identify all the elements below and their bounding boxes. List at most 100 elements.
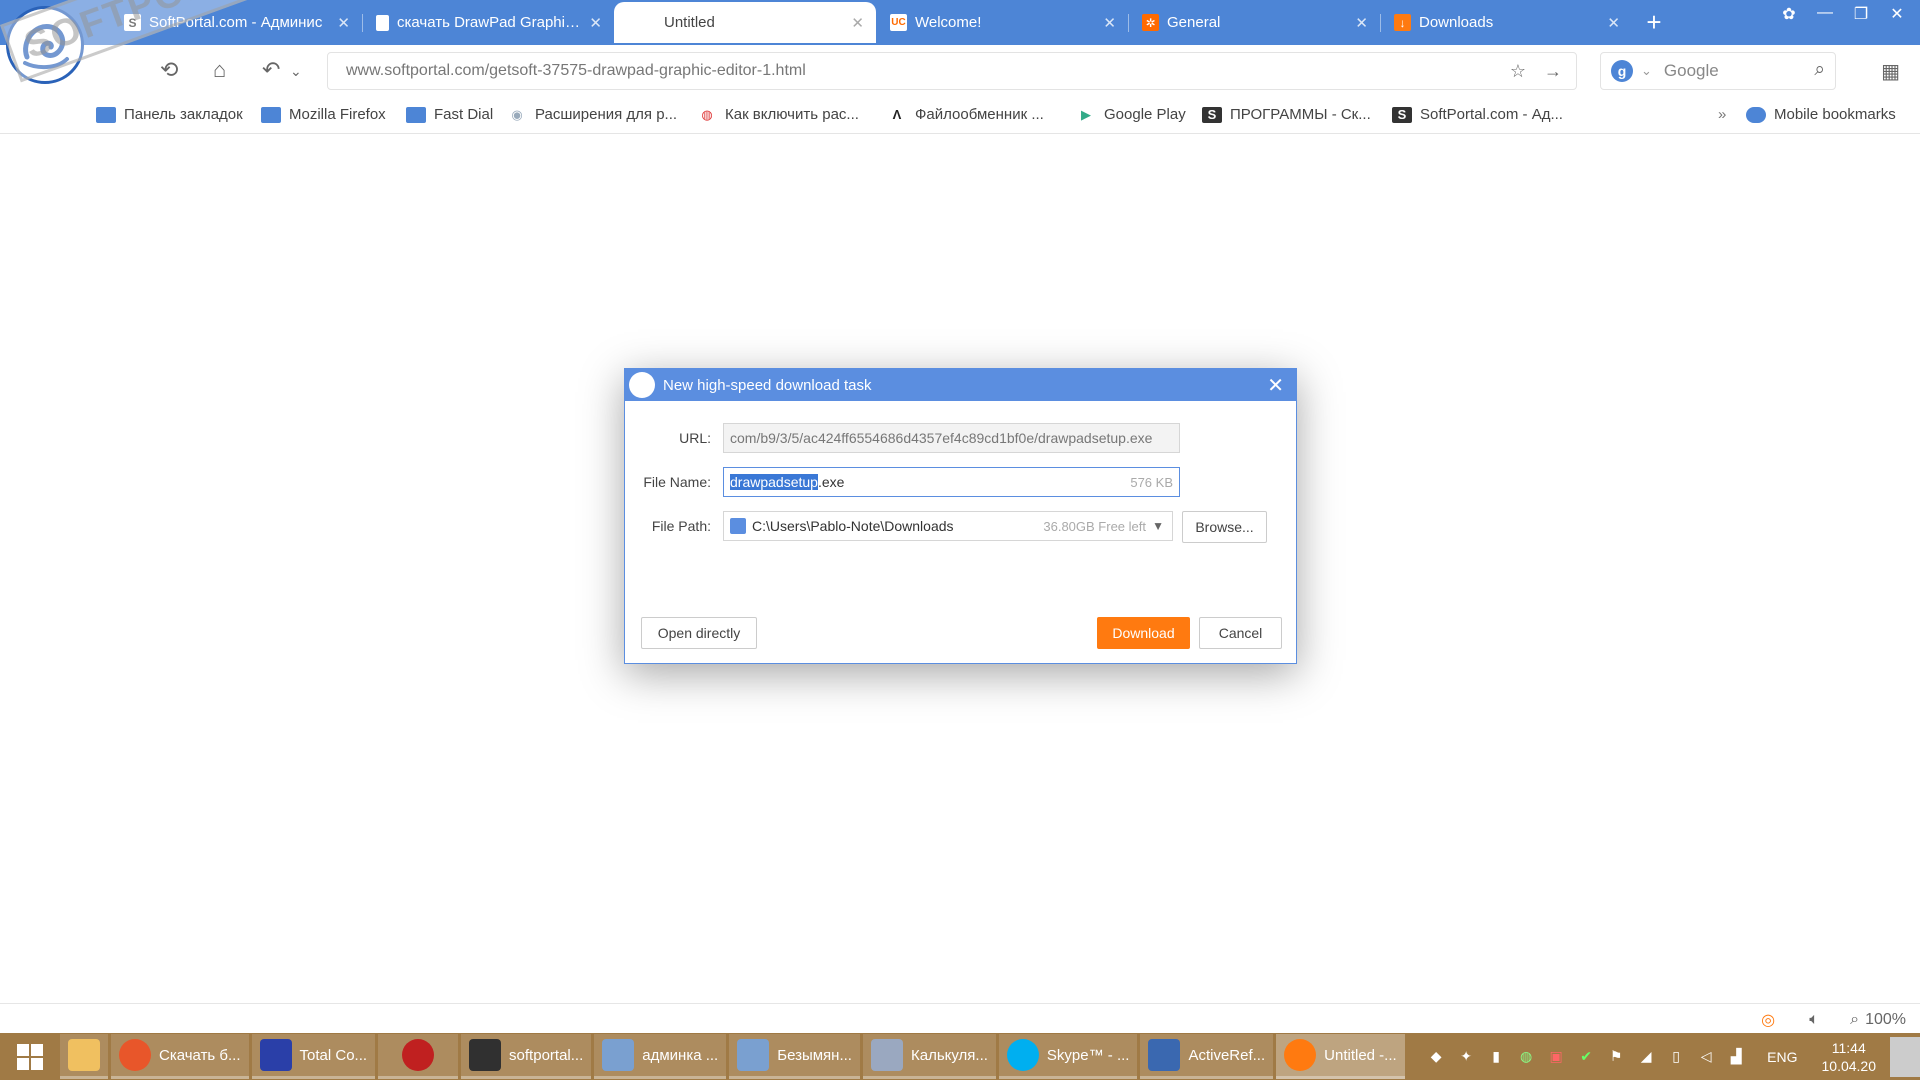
- tray-app-icon[interactable]: ◍: [1515, 1046, 1537, 1068]
- taskbar-item-total-commander[interactable]: Total Co...: [251, 1034, 376, 1079]
- tab-welcome[interactable]: UC Welcome! ✕: [876, 2, 1128, 43]
- bookmark-item[interactable]: Панель закладок: [96, 106, 243, 123]
- tab-untitled[interactable]: Untitled ✕: [614, 2, 876, 43]
- show-desktop-button[interactable]: [1890, 1036, 1920, 1077]
- taskbar-item-skype[interactable]: Skype™ - ...: [998, 1034, 1138, 1079]
- taskbar-label: Skype™ - ...: [1046, 1046, 1130, 1064]
- flag-icon[interactable]: ⚑: [1605, 1046, 1627, 1068]
- volume-icon[interactable]: 🔈︎: [1804, 1011, 1824, 1029]
- minimize-button[interactable]: —: [1812, 4, 1838, 24]
- filepath-dropdown[interactable]: C:\Users\Pablo-Note\Downloads 36.80GB Fr…: [723, 511, 1173, 541]
- tray-app-icon[interactable]: ▣: [1545, 1046, 1567, 1068]
- bookmark-label: Fast Dial: [434, 106, 494, 123]
- address-bar[interactable]: www.softportal.com/getsoft-37575-drawpad…: [327, 52, 1577, 90]
- bookmark-item[interactable]: S SoftPortal.com - Ад...: [1392, 106, 1563, 123]
- skin-icon[interactable]: ✿: [1776, 4, 1802, 24]
- tray-app-icon[interactable]: ◆: [1425, 1046, 1447, 1068]
- filename-input[interactable]: drawpadsetup .exe 576 KB: [723, 467, 1180, 497]
- open-directly-button[interactable]: Open directly: [641, 617, 757, 649]
- star-icon[interactable]: ☆: [1510, 61, 1526, 82]
- signal-icon[interactable]: ▟: [1725, 1046, 1747, 1068]
- filename-selected-text: drawpadsetup: [730, 474, 818, 490]
- s-icon: S: [1392, 106, 1412, 123]
- tab-general[interactable]: ✲ General ✕: [1128, 2, 1380, 43]
- bookmark-label: SoftPortal.com - Ад...: [1420, 106, 1563, 123]
- free-space: 36.80GB Free left: [1043, 519, 1146, 534]
- title-bar: S SoftPortal.com - Админис ✕ скачать Dra…: [0, 0, 1920, 45]
- download-manager-icon[interactable]: ◎: [1758, 1010, 1778, 1030]
- cancel-button[interactable]: Cancel: [1199, 617, 1282, 649]
- restore-button[interactable]: ❐: [1848, 4, 1874, 24]
- browse-button[interactable]: Browse...: [1182, 511, 1267, 543]
- language-indicator[interactable]: ENG: [1767, 1049, 1797, 1065]
- search-icon[interactable]: ⌕: [1814, 59, 1825, 81]
- apps-grid-icon[interactable]: ▦: [1881, 59, 1900, 84]
- back-icon[interactable]: ⟲: [160, 57, 178, 83]
- zoom-control[interactable]: ⌕ 100%: [1850, 1011, 1906, 1029]
- taskbar-item-notepad-admin[interactable]: админка ...: [594, 1034, 727, 1079]
- bookmark-item[interactable]: ▶ Google Play: [1076, 106, 1186, 123]
- battery-icon[interactable]: ▯: [1665, 1046, 1687, 1068]
- tab-close-icon[interactable]: ✕: [589, 14, 602, 32]
- chevron-down-icon[interactable]: ▼: [1152, 519, 1164, 533]
- taskbar-label: админка ...: [642, 1046, 719, 1064]
- taskbar-item-explorer[interactable]: [60, 1034, 108, 1079]
- taskbar-item-notepad-untitled[interactable]: Безымян...: [729, 1034, 860, 1079]
- more-bookmarks-button[interactable]: »: [1718, 106, 1726, 123]
- bookmark-label: Google Play: [1104, 106, 1186, 123]
- taskbar-item-bug[interactable]: [378, 1034, 459, 1079]
- undo-icon[interactable]: ↶: [262, 57, 280, 83]
- chevron-down-icon[interactable]: ⌄: [290, 63, 302, 80]
- search-box[interactable]: g ⌄ Google ⌕: [1600, 52, 1836, 90]
- tab-close-icon[interactable]: ✕: [1355, 14, 1368, 32]
- taskbar-item-calculator[interactable]: Калькуля...: [862, 1034, 996, 1079]
- tab-downloads[interactable]: ↓ Downloads ✕: [1380, 2, 1632, 43]
- home-icon[interactable]: ⌂: [213, 57, 226, 83]
- clock[interactable]: 11:44 10.04.20: [1822, 1039, 1877, 1075]
- download-button[interactable]: Download: [1097, 617, 1190, 649]
- bookmark-item[interactable]: Fast Dial: [406, 106, 493, 123]
- bookmark-item[interactable]: Λ Файлообменник ...: [887, 106, 1044, 123]
- close-icon[interactable]: ✕: [1267, 373, 1284, 398]
- tab-close-icon[interactable]: ✕: [851, 14, 864, 32]
- windows-logo-icon: [17, 1043, 43, 1070]
- start-button[interactable]: [0, 1033, 60, 1080]
- taskbar-label: softportal...: [509, 1046, 584, 1064]
- bug-icon: [402, 1039, 435, 1071]
- taskbar-item-firefox[interactable]: Скачать б...: [111, 1034, 249, 1079]
- taskbar-item-uc-browser[interactable]: Untitled -...: [1276, 1034, 1405, 1079]
- dialog-title: New high-speed download task: [663, 376, 872, 394]
- tab-drawpad-download[interactable]: скачать DrawPad Graphic E ✕: [362, 2, 614, 43]
- filename-label: File Name:: [643, 474, 711, 490]
- tab-close-icon[interactable]: ✕: [1607, 14, 1620, 32]
- close-window-button[interactable]: ✕: [1884, 4, 1910, 24]
- tab-label: Downloads: [1419, 14, 1494, 31]
- tray-app-icon[interactable]: ◢: [1635, 1046, 1657, 1068]
- uc-icon: UC: [890, 14, 907, 31]
- download-icon: ↓: [1394, 14, 1411, 31]
- url-field[interactable]: com/b9/3/5/ac424ff6554686d4357ef4c89cd1b…: [723, 423, 1180, 453]
- tray-app-icon[interactable]: ✔: [1575, 1046, 1597, 1068]
- bookmark-item[interactable]: Mozilla Firefox: [261, 106, 386, 123]
- filepath-row: File Path: C:\Users\Pablo-Note\Downloads…: [625, 511, 1173, 541]
- uc-icon: [1284, 1039, 1317, 1071]
- new-tab-button[interactable]: +: [1632, 2, 1676, 43]
- tab-close-icon[interactable]: ✕: [1103, 14, 1116, 32]
- gear-icon: ✲: [1142, 14, 1159, 31]
- go-arrow-icon[interactable]: →: [1544, 61, 1562, 82]
- taskbar-label: Untitled -...: [1324, 1046, 1397, 1064]
- tray-app-icon[interactable]: ✦: [1455, 1046, 1477, 1068]
- chevron-down-icon[interactable]: ⌄: [1641, 63, 1652, 79]
- mobile-bookmarks[interactable]: Mobile bookmarks: [1746, 106, 1896, 123]
- taskbar-item-terminal[interactable]: softportal...: [461, 1034, 592, 1079]
- volume-icon[interactable]: ◁: [1695, 1046, 1717, 1068]
- filepath-value: C:\Users\Pablo-Note\Downloads: [752, 518, 954, 534]
- tray-app-icon[interactable]: ▮: [1485, 1046, 1507, 1068]
- bookmark-item[interactable]: ◍ Как включить рас...: [697, 106, 859, 123]
- tab-close-icon[interactable]: ✕: [337, 14, 350, 32]
- download-task-dialog: New high-speed download task ✕ URL: com/…: [624, 368, 1297, 664]
- bookmark-item[interactable]: S ПРОГРАММЫ - Ск...: [1202, 106, 1371, 123]
- bookmark-item[interactable]: ◉ Расширения для р...: [507, 106, 677, 123]
- search-engine-icon[interactable]: g: [1611, 60, 1633, 82]
- taskbar-item-activeref[interactable]: ActiveRef...: [1140, 1034, 1274, 1079]
